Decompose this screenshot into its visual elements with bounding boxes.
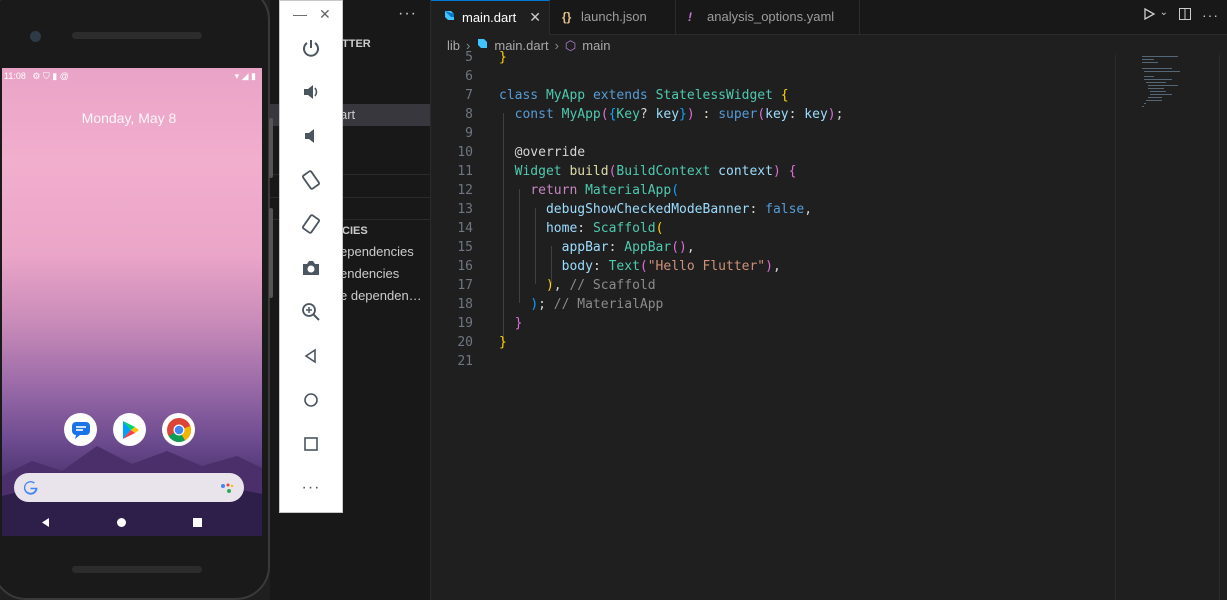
chevron-down-icon[interactable]: ⌄ xyxy=(1160,7,1168,24)
status-right: ▾ ◢ ▮ xyxy=(235,68,256,84)
code-line: 6 xyxy=(465,69,473,84)
nav-recents-icon[interactable] xyxy=(192,515,203,533)
editor-tab-bar: main.dart ✕ {} launch.json ! analysis_opti… xyxy=(431,0,1227,35)
emulator-toolbar: — ✕ ··· xyxy=(279,0,343,513)
earpiece xyxy=(72,32,202,39)
code-line: 21 xyxy=(457,354,473,369)
camera-icon[interactable] xyxy=(294,253,328,283)
wifi-icon: ▾ xyxy=(234,71,240,81)
code-line: 12 return MaterialApp( xyxy=(457,183,680,198)
settings-icon: ⚙ xyxy=(32,71,41,81)
google-search-bar[interactable] xyxy=(14,473,244,502)
code-line: 11 Widget build(BuildContext context) { xyxy=(457,164,797,179)
tab-label: launch.json xyxy=(581,9,647,24)
shield-icon: ⛉ xyxy=(42,71,50,81)
close-tab-icon[interactable]: ✕ xyxy=(529,1,541,34)
power-icon[interactable] xyxy=(294,33,328,63)
rotate-right-icon[interactable] xyxy=(294,209,328,239)
code-line: 13 debugShowCheckedModeBanner: false, xyxy=(457,202,813,217)
nav-back-icon[interactable] xyxy=(40,515,51,533)
rotate-left-icon[interactable] xyxy=(294,165,328,195)
code-line: 14 home: Scaffold( xyxy=(457,221,664,236)
run-icon[interactable] xyxy=(1142,7,1156,24)
back-icon[interactable] xyxy=(294,341,328,371)
chrome-icon[interactable] xyxy=(162,413,195,446)
phone-screen[interactable]: 11:08 ⚙ ⛉ ▮ @ ▾ ◢ ▮ Monday, May 8 xyxy=(2,68,262,536)
minimize-icon[interactable]: — xyxy=(293,6,307,22)
explorer-more-button[interactable]: ··· xyxy=(398,5,417,23)
tab-label: main.dart xyxy=(462,10,517,25)
nav-home-icon[interactable] xyxy=(116,515,127,533)
messages-app-icon[interactable] xyxy=(64,413,97,446)
vertical-scrollbar[interactable] xyxy=(1219,55,1227,600)
battery-icon: ▮ xyxy=(251,71,256,81)
code-editor[interactable]: 5} 6 7 class MyApp extends StatelessWidge… xyxy=(431,48,1121,600)
lockscreen-date: Monday, May 8 xyxy=(81,110,177,126)
overview-icon[interactable] xyxy=(294,429,328,459)
status-time: 11:08 xyxy=(4,71,26,81)
code-line: 15 appBar: AppBar(), xyxy=(457,240,695,255)
code-line: 16 body: Text("Hello Flutter"), xyxy=(457,259,781,274)
tab-label: analysis_options.yaml xyxy=(707,9,835,24)
dart-icon xyxy=(443,2,457,35)
android-nav-bar xyxy=(2,508,262,536)
explorer-section-dependencies[interactable]: CIES xyxy=(342,225,368,237)
volume-up-icon[interactable] xyxy=(294,77,328,107)
play-store-icon[interactable] xyxy=(113,413,146,446)
code-line: 20} xyxy=(457,335,507,350)
at-icon: @ xyxy=(59,71,69,81)
code-line: 17 ), // Scaffold xyxy=(457,278,656,293)
side-button xyxy=(269,208,273,298)
more-icon[interactable]: ··· xyxy=(294,473,328,503)
close-icon[interactable]: ✕ xyxy=(319,6,331,23)
status-bar: 11:08 ⚙ ⛉ ▮ @ ▾ ◢ ▮ xyxy=(2,68,262,84)
code-line: 9 xyxy=(465,126,473,141)
code-line: 19 } xyxy=(457,316,523,331)
volume-down-icon[interactable] xyxy=(294,121,328,151)
explorer-section-flutter[interactable]: TTER xyxy=(342,38,371,50)
tab-main-dart[interactable]: main.dart ✕ xyxy=(431,0,550,35)
code-line: 18 ); // MaterialApp xyxy=(457,297,664,312)
code-line: 10 @override xyxy=(457,145,586,160)
code-line: 8 const MyApp({Key? key}) : super(key: k… xyxy=(465,107,844,122)
google-icon xyxy=(23,481,38,495)
screen-root: ··· TTER art CIES ependencies endencies … xyxy=(0,0,1227,600)
exclamation-icon: ! xyxy=(688,10,692,24)
phone-emulator-frame: 11:08 ⚙ ⛉ ▮ @ ▾ ◢ ▮ Monday, May 8 xyxy=(0,0,273,600)
signal-icon: ◢ xyxy=(241,71,249,81)
zoom-icon[interactable] xyxy=(294,297,328,327)
assistant-icon[interactable] xyxy=(220,481,234,499)
code-line: 7 class MyApp extends StatelessWidget { xyxy=(465,88,789,103)
minimap[interactable] xyxy=(1115,55,1219,600)
editor-actions: ⌄ ··· xyxy=(1142,7,1219,24)
bottom-speaker xyxy=(72,566,202,573)
side-button xyxy=(269,118,273,178)
sim-icon: ▮ xyxy=(52,71,58,81)
home-icon[interactable] xyxy=(294,385,328,415)
code-line: 5} xyxy=(465,50,507,65)
json-braces-icon: {} xyxy=(562,10,572,24)
split-editor-icon[interactable] xyxy=(1178,7,1192,24)
more-actions-icon[interactable]: ··· xyxy=(1202,7,1219,24)
tab-analysis-options[interactable]: ! analysis_options.yaml xyxy=(676,0,860,35)
tab-launch-json[interactable]: {} launch.json xyxy=(550,0,676,35)
front-camera xyxy=(30,31,41,42)
